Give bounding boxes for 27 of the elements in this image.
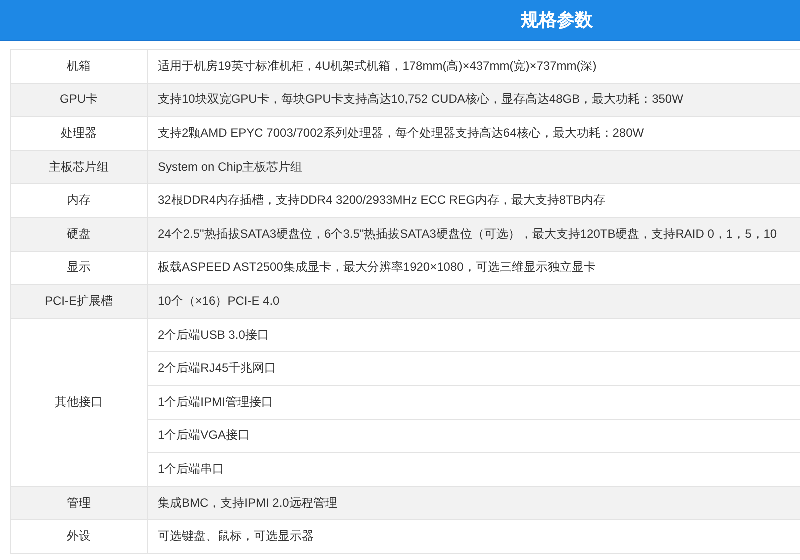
table-cell-text: 24个2.5"热插拔SATA3硬盘位，6个3.5"热插拔SATA3硬盘位（可选），最大支持120TB硬盘，支持RAID 0，1，5，10 (157, 226, 778, 243)
page-title: 规格参数 (521, 9, 593, 32)
table-cell-text: 2个后端USB 3.0接口 (157, 326, 270, 344)
table-cell: 1个后端串口 (148, 452, 800, 486)
table-cell: 1个后端IPMI管理接口 (148, 384, 800, 419)
table-cell: 1个后端VGA接口 (148, 418, 800, 452)
table-cell: 主板芯片组 (11, 150, 148, 184)
table-cell: 2个后端RJ45千兆网口 (148, 351, 800, 385)
table-cell-text: 32根DDR4内存插槽，支持DDR4 3200/2933MHz ECC REG内存，最大支持8TB内存 (157, 192, 606, 210)
table-cell-text: 适用于机房19英寸标准机柜，4U机架式机箱，178mm(高)×437mm(宽)×737mm(深) (157, 58, 598, 75)
table-cell: PCI-E扩展槽 (11, 285, 148, 318)
table-cell: 外设 (11, 520, 148, 553)
table-cell-text: 集成BMC，支持IPMI 2.0远程管理 (157, 494, 338, 512)
table-cell-text: 板载ASPEED AST2500集成显卡，最大分辨率1920×1080，可选三维显示独立显卡 (157, 259, 597, 276)
table-cell-text: 支持2颗AMD EPYC 7003/7002系列处理器，每个处理器支持高达64核心，最大功耗：280W (157, 124, 646, 142)
table-cell: 显示 (11, 252, 148, 284)
table-cell-text: 10个（×16）PCI-E 4.0 (157, 292, 281, 310)
table-cell: 管理 (11, 486, 148, 520)
table-cell: GPU卡 (11, 84, 148, 116)
table-cell: 机箱 (11, 50, 148, 83)
table-cell: 内存 (11, 184, 148, 217)
table-cell: 处理器 (11, 117, 148, 150)
table-cell-text: 支持10块双宽GPU卡，每块GPU卡支持高达10,752 CUDA核心，显存高达48GB，最大功耗：350W (157, 91, 684, 108)
table-cell-text: 可选键盘、鼠标，可选显示器 (157, 528, 315, 546)
table-cell-text: System on Chip主板芯片组 (157, 158, 304, 176)
table-cell: 硬盘 (11, 218, 148, 251)
table-cell: 其他接口 (11, 318, 148, 486)
